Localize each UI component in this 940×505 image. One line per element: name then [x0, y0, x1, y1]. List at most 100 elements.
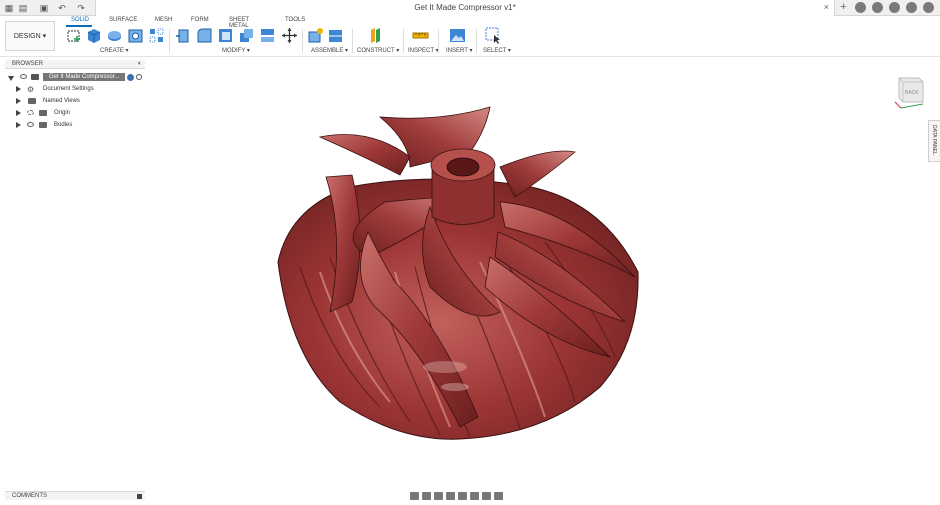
- comments-toggle-icon[interactable]: [137, 494, 142, 499]
- hole-icon[interactable]: [127, 27, 144, 44]
- pan-icon[interactable]: [434, 492, 443, 500]
- impeller-blade[interactable]: [318, 134, 411, 176]
- shaft-bore[interactable]: [446, 157, 480, 177]
- visibility-eye-icon[interactable]: [27, 122, 34, 127]
- document-tab[interactable]: Get It Made Compressor v1* ×: [95, 0, 835, 16]
- account-toolbar: +: [838, 2, 934, 13]
- comments-title: COMMENTS: [12, 493, 47, 499]
- modify-group-label[interactable]: MODIFY ▾: [222, 47, 250, 54]
- combine-icon[interactable]: [238, 27, 255, 44]
- zoom-icon[interactable]: [446, 492, 455, 500]
- tab-tools[interactable]: TOOLS: [285, 17, 305, 23]
- folder-icon: [39, 122, 47, 128]
- navigation-bar: [410, 490, 528, 502]
- measure-icon[interactable]: [412, 27, 429, 44]
- expand-icon[interactable]: [16, 122, 21, 128]
- folder-icon: [39, 110, 47, 116]
- assemble-group-label[interactable]: ASSEMBLE ▾: [311, 47, 348, 54]
- split-body-icon[interactable]: [259, 27, 276, 44]
- select-icon[interactable]: [485, 27, 502, 44]
- extrude-icon[interactable]: [85, 27, 102, 44]
- file-menu-icon[interactable]: ▤: [17, 2, 29, 14]
- toolbar-divider: [476, 29, 477, 53]
- revolve-icon[interactable]: [106, 27, 123, 44]
- component-icon: [31, 74, 39, 80]
- display-settings-icon[interactable]: [470, 492, 479, 500]
- pattern-icon[interactable]: [148, 27, 165, 44]
- browser-pin-icon[interactable]: ◐: [138, 60, 142, 67]
- activate-radio-icon[interactable]: [127, 74, 134, 81]
- viewcube-face-label: BACK: [905, 90, 919, 96]
- ribbon-toolbar: DESIGN ▾ SOLID SURFACE MESH FORM SHEET M…: [0, 16, 940, 57]
- tab-solid[interactable]: SOLID: [71, 17, 89, 23]
- root-component-label[interactable]: Get It Made Compressor...: [43, 73, 125, 81]
- gear-icon: ⚙: [27, 85, 35, 94]
- browser-item[interactable]: Named Views: [14, 97, 134, 106]
- insert-image-icon[interactable]: [449, 27, 466, 44]
- insert-group-label[interactable]: INSERT ▾: [446, 47, 472, 54]
- browser-item[interactable]: Bodies: [14, 121, 134, 130]
- fillet-icon[interactable]: [196, 27, 213, 44]
- notifications-icon[interactable]: [889, 2, 900, 13]
- close-tab-icon[interactable]: ×: [824, 2, 829, 12]
- press-pull-icon[interactable]: [175, 27, 192, 44]
- browser-item-label: Bodies: [54, 122, 73, 128]
- expand-icon[interactable]: [16, 86, 21, 92]
- visibility-eye-icon[interactable]: [20, 74, 27, 79]
- inspect-group-label[interactable]: INSPECT ▾: [408, 47, 439, 54]
- browser-item-label: Document Settings: [43, 86, 94, 92]
- create-group-label[interactable]: CREATE ▾: [100, 47, 129, 54]
- orbit-icon[interactable]: [410, 492, 419, 500]
- browser-title: BROWSER: [12, 61, 44, 67]
- job-status-icon[interactable]: [872, 2, 883, 13]
- redo-icon[interactable]: ↷: [75, 2, 87, 14]
- document-title: Get It Made Compressor v1*: [414, 3, 516, 12]
- fit-icon[interactable]: [458, 492, 467, 500]
- app-grid-icon[interactable]: ▦: [3, 2, 15, 14]
- browser-panel-header[interactable]: BROWSER ◐: [5, 60, 145, 69]
- data-panel-handle[interactable]: DATA PANEL: [928, 120, 940, 162]
- workspace-switcher[interactable]: DESIGN ▾: [5, 21, 55, 51]
- joint-icon[interactable]: [327, 27, 344, 44]
- browser-item-label: Origin: [54, 110, 71, 116]
- canvas-viewport[interactable]: [0, 57, 940, 505]
- move-copy-icon[interactable]: [281, 27, 298, 44]
- grid-settings-icon[interactable]: [482, 492, 491, 500]
- hidden-eye-icon[interactable]: [27, 110, 34, 115]
- extensions-icon[interactable]: [855, 2, 866, 13]
- browser-item[interactable]: ⚙ Document Settings: [14, 85, 134, 94]
- data-panel-label: DATA PANEL: [931, 125, 937, 155]
- comments-panel[interactable]: COMMENTS: [5, 491, 145, 500]
- look-at-icon[interactable]: [422, 492, 431, 500]
- construct-group-label[interactable]: CONSTRUCT ▾: [357, 47, 399, 54]
- viewcube[interactable]: BACK: [893, 72, 927, 110]
- toolbar-divider: [438, 29, 439, 53]
- expand-icon[interactable]: [16, 98, 21, 104]
- offset-plane-icon[interactable]: [367, 27, 384, 44]
- shell-icon[interactable]: [217, 27, 234, 44]
- settings-icon[interactable]: [136, 74, 142, 80]
- save-icon[interactable]: ▣: [38, 2, 50, 14]
- profile-avatar[interactable]: [923, 2, 934, 13]
- undo-icon[interactable]: ↶: [56, 2, 68, 14]
- viewports-icon[interactable]: [494, 492, 503, 500]
- toolbar-divider: [403, 29, 404, 53]
- create-sketch-icon[interactable]: [66, 27, 83, 44]
- select-group-label[interactable]: SELECT ▾: [483, 47, 511, 54]
- help-icon[interactable]: [906, 2, 917, 13]
- new-component-icon[interactable]: [307, 27, 324, 44]
- toolbar-divider: [352, 29, 353, 53]
- tab-mesh[interactable]: MESH: [155, 17, 172, 23]
- browser-root-item[interactable]: Get It Made Compressor...: [5, 73, 150, 82]
- new-tab-icon[interactable]: +: [838, 2, 849, 13]
- browser-item[interactable]: Origin: [14, 109, 134, 118]
- tab-surface[interactable]: SURFACE: [109, 17, 137, 23]
- toolbar-divider: [302, 29, 303, 53]
- browser-item-label: Named Views: [43, 98, 80, 104]
- folder-icon: [28, 98, 36, 104]
- compressor-impeller-model[interactable]: [277, 106, 639, 440]
- expand-icon[interactable]: [16, 110, 21, 116]
- collapse-icon[interactable]: [8, 76, 14, 81]
- title-bar: ▦ ▤ ▣ ↶ ↷ Get It Made Compressor v1* × +: [0, 0, 940, 16]
- tab-form[interactable]: FORM: [191, 17, 209, 23]
